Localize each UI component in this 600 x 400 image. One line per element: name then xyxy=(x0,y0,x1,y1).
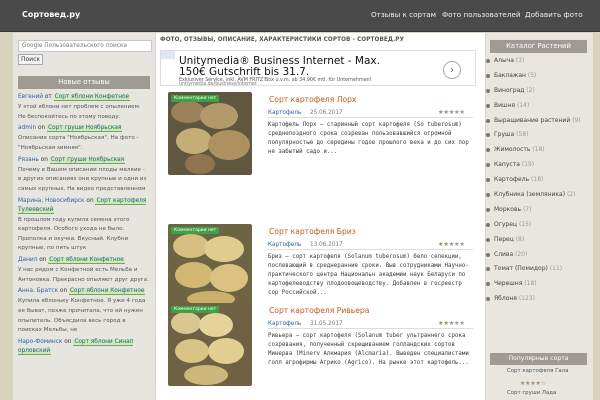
post-title-link[interactable]: Сорт картофеля Бриз xyxy=(269,227,356,236)
category-item[interactable]: Виноград (2) xyxy=(486,87,587,102)
post-card: Комментарии нет Сорт картофеля Бриз Карт… xyxy=(168,224,478,310)
review-item: Наро-Фоминск on Сорт яблони Синап орловс… xyxy=(18,339,134,356)
rating-stars-icon[interactable]: ★★★★★ xyxy=(438,109,465,116)
nav-reviews-link[interactable]: Отзывы к сортам xyxy=(371,10,436,19)
google-search-badge: Google xyxy=(22,43,45,49)
post-meta: Картофель 13.06.2017 ★★★★★ xyxy=(268,241,473,250)
new-reviews-heading: Новые отзывы xyxy=(18,76,150,89)
post-excerpt: Ривьера — сорт картофеля (Solanum tuber … xyxy=(268,333,469,366)
post-category-link[interactable]: Картофель xyxy=(268,110,301,116)
comments-tag: Комментарии нет xyxy=(171,95,220,102)
review-item: Рязань on Сорт груши Ноябрьская Почему в… xyxy=(18,156,147,192)
review-target-link[interactable]: Сорт груши Ноябрьская xyxy=(47,125,123,133)
review-target-link[interactable]: Сорт яблони Конфетное xyxy=(48,257,125,265)
category-item[interactable]: Черешня (18) xyxy=(486,280,587,295)
post-date: 31.05.2017 xyxy=(310,321,343,327)
ad-url: unitymedia.de/business/internet xyxy=(179,82,257,87)
post-excerpt: Бриз — сорт картофеля (Solanum tuberosum… xyxy=(268,254,469,296)
rating-stars-icon[interactable]: ★★★★★ xyxy=(438,320,465,327)
nav-add-photo-link[interactable]: Добавить фото xyxy=(525,10,583,19)
post-meta: Картофель 31.05.2017 ★★★★★ xyxy=(268,320,473,329)
advertisement-banner[interactable]: Unitymedia® Business Internet - Max. 150… xyxy=(160,50,476,87)
potato-photo-thumbnail[interactable]: Комментарии нет xyxy=(168,224,252,307)
review-author-link[interactable]: Анна. Братск xyxy=(18,288,58,294)
post-title-link[interactable]: Сорт картофеля Лорх xyxy=(269,95,356,104)
plant-category-list: Алыча (3) Баклажан (5) Виноград (2) Вишн… xyxy=(486,57,587,310)
ad-badge-icon xyxy=(161,51,175,59)
review-target-link[interactable]: Сорт яблони Конфетное xyxy=(68,288,146,296)
category-item[interactable]: Алыча (3) xyxy=(486,57,587,72)
category-item[interactable]: Капуста (19) xyxy=(486,161,587,176)
category-item[interactable]: Перец (8) xyxy=(486,236,587,251)
post-excerpt: Картофель Лорх — старинный сорт картофел… xyxy=(268,122,469,155)
comments-tag: Комментарии нет xyxy=(171,227,220,234)
review-item: Марина, Новосибирск on Сорт картофеля Ту… xyxy=(18,197,147,252)
new-reviews-list: Евгений от Сорт яблони Конфетное У этой … xyxy=(18,93,149,359)
ad-title-link[interactable]: Unitymedia® Business Internet - Max. 150… xyxy=(179,55,399,78)
site-title-link[interactable]: Сортовед.ру xyxy=(22,10,80,19)
review-author-link[interactable]: Рязань xyxy=(18,157,39,163)
post-title-link[interactable]: Сорт картофеля Ривьера xyxy=(269,306,369,315)
page-heading: ФОТО, ОТЗЫВЫ, ОПИСАНИЕ, ХАРАКТЕРИСТИКИ С… xyxy=(160,37,405,43)
category-item[interactable]: Баклажан (5) xyxy=(486,72,587,87)
review-item: Анна. Братск on Сорт яблони Конфетное Ку… xyxy=(18,288,146,334)
category-item[interactable]: Вишня (14) xyxy=(486,102,587,117)
search-input[interactable]: Google Пользовательского поиска xyxy=(18,40,152,52)
post-date: 13.06.2017 xyxy=(310,242,343,248)
nav-user-photos-link[interactable]: Фото пользователей xyxy=(442,10,521,19)
post-card: Комментарии нет Сорт картофеля Лорх Карт… xyxy=(168,92,478,178)
category-item[interactable]: Морковь (7) xyxy=(486,206,587,221)
category-item[interactable]: Слива (20) xyxy=(486,251,587,266)
review-item: Данил on Сорт яблони Конфетное У нас ряд… xyxy=(18,257,149,283)
top-navigation-bar: Сортовед.ру Отзывы к сортам Фото пользов… xyxy=(0,0,600,32)
category-item[interactable]: Выращивание растений (9) xyxy=(486,117,587,132)
review-item: Евгений от Сорт яблони Конфетное У этой … xyxy=(18,94,141,120)
post-category-link[interactable]: Картофель xyxy=(268,321,301,327)
chevron-right-icon[interactable]: › xyxy=(443,61,461,79)
search-button[interactable]: Поиск xyxy=(18,54,43,65)
popular-variety-link[interactable]: Сорт груши Лада xyxy=(507,390,556,396)
popular-varieties-heading: Популярные сорта xyxy=(490,353,587,365)
post-meta: Картофель 25.06.2017 ★★★★★ xyxy=(268,109,473,118)
category-item[interactable]: Жимолость (18) xyxy=(486,146,587,161)
plant-catalog-heading: Каталог Растений xyxy=(490,40,587,53)
review-target-link[interactable]: Сорт яблони Конфетное xyxy=(53,94,131,101)
comments-tag: Комментарии нет xyxy=(171,306,220,313)
review-author-link[interactable]: admin xyxy=(18,125,36,131)
post-category-link[interactable]: Картофель xyxy=(268,242,301,248)
review-author-link[interactable]: Евгений xyxy=(18,94,43,100)
post-date: 25.06.2017 xyxy=(310,110,343,116)
main-content: ФОТО, ОТЗЫВЫ, ОПИСАНИЕ, ХАРАКТЕРИСТИКИ С… xyxy=(160,35,480,400)
category-item[interactable]: Груша (58) xyxy=(486,131,587,146)
category-item[interactable]: Огурец (15) xyxy=(486,221,587,236)
post-card: Комментарии нет Сорт картофеля Ривьера К… xyxy=(168,303,478,389)
potato-photo-thumbnail[interactable]: Комментарии нет xyxy=(168,92,252,175)
category-item[interactable]: Клубника (земляника) (2) xyxy=(486,191,587,206)
review-item: admin on Сорт груши Ноябрьская Описание … xyxy=(18,125,139,151)
category-item[interactable]: Томат (Помидор) (11) xyxy=(486,265,587,280)
review-author-link[interactable]: Марина, Новосибирск xyxy=(18,198,85,204)
potato-photo-thumbnail[interactable]: Комментарии нет xyxy=(168,303,252,386)
rating-stars-icon[interactable]: ★★★★★ xyxy=(438,241,465,248)
category-item[interactable]: Картофель (18) xyxy=(486,176,587,191)
category-item[interactable]: Яблоня (123) xyxy=(486,295,587,310)
review-author-link[interactable]: Наро-Фоминск xyxy=(18,339,62,345)
review-author-link[interactable]: Данил xyxy=(18,257,37,263)
rating-stars-icon: ★★★★☆ xyxy=(520,380,546,387)
review-target-link[interactable]: Сорт груши Ноябрьская xyxy=(49,156,126,164)
popular-variety-link[interactable]: Сорт картофеля Гала xyxy=(507,368,568,374)
